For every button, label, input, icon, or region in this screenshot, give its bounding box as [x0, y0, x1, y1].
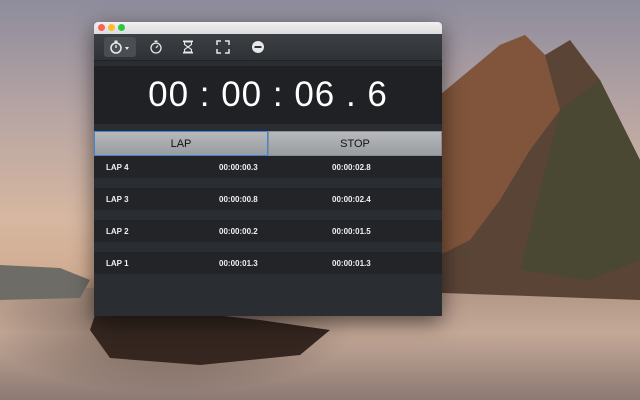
timer-mode-button[interactable]: [142, 37, 170, 57]
lap-list: LAP 4 00:00:00.3 00:00:02.8 LAP 3 00:00:…: [94, 156, 442, 284]
lap-name: LAP 2: [106, 226, 129, 236]
fullscreen-icon: [216, 40, 230, 54]
elapsed-time: 00 : 00 : 06 . 6: [148, 75, 388, 114]
list-item: LAP 2 00:00:00.2 00:00:01.5: [94, 220, 442, 242]
lap-total: 00:00:02.4: [332, 194, 371, 204]
minus-button[interactable]: [244, 37, 272, 57]
minus-circle-icon: [252, 41, 264, 53]
lap-name: LAP 1: [106, 258, 129, 268]
stopwatch-mode-button[interactable]: [104, 37, 136, 57]
stopwatch-window: 00 : 00 : 06 . 6 LAP STOP LAP 4 00:00:00…: [94, 22, 442, 316]
lap-split: 00:00:01.3: [219, 258, 258, 268]
lap-split: 00:00:00.3: [219, 162, 258, 172]
lap-total: 00:00:01.5: [332, 226, 371, 236]
close-button[interactable]: [98, 24, 105, 31]
hourglass-mode-button[interactable]: [174, 37, 202, 57]
hourglass-icon: [183, 40, 193, 54]
list-item: LAP 3 00:00:00.8 00:00:02.4: [94, 188, 442, 210]
lap-name: LAP 4: [106, 162, 129, 172]
stopwatch-icon: [110, 40, 129, 54]
minimize-button[interactable]: [108, 24, 115, 31]
lap-split: 00:00:00.8: [219, 194, 258, 204]
title-bar[interactable]: [94, 22, 442, 34]
list-item: LAP 1 00:00:01.3 00:00:01.3: [94, 252, 442, 274]
stop-button[interactable]: STOP: [268, 131, 442, 156]
list-item: LAP 4 00:00:00.3 00:00:02.8: [94, 156, 442, 178]
toolbar: [94, 34, 442, 61]
time-display: 00 : 00 : 06 . 6: [94, 66, 442, 124]
lap-total: 00:00:01.3: [332, 258, 371, 268]
lap-button[interactable]: LAP: [94, 131, 268, 156]
lap-total: 00:00:02.8: [332, 162, 371, 172]
control-buttons: LAP STOP: [94, 131, 442, 156]
timer-icon: [150, 40, 162, 54]
zoom-button[interactable]: [118, 24, 125, 31]
lap-split: 00:00:00.2: [219, 226, 258, 236]
lap-name: LAP 3: [106, 194, 129, 204]
fullscreen-button[interactable]: [209, 37, 237, 57]
